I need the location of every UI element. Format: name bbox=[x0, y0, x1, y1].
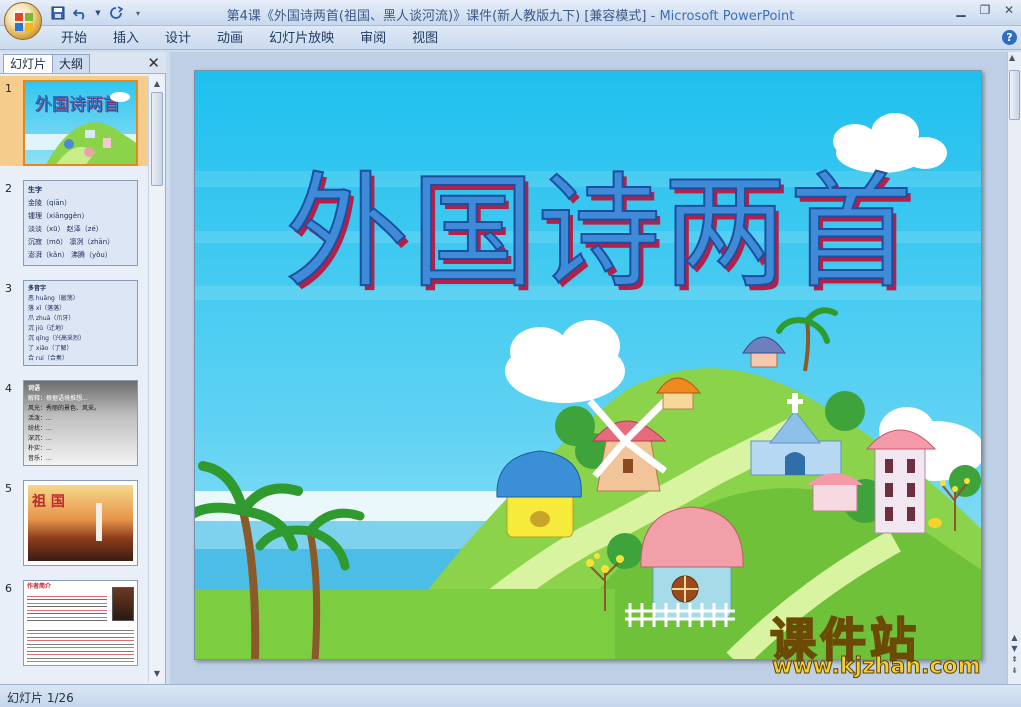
thumbnail-line: 沉 qǐng（兴高采烈） bbox=[28, 335, 85, 342]
thumbnail-row-6[interactable]: 6 作者简介 bbox=[0, 576, 148, 666]
thumbnail-line: 落 xǐ（落落） bbox=[28, 305, 66, 312]
thumbnail-line: 锺理（xiǎnggěn） bbox=[28, 212, 89, 220]
thumbnail-row-4[interactable]: 4 词语 解释：根据语境推想... 风光：秀丽的景色、风采。 活泼：... 纷扰… bbox=[0, 376, 148, 466]
restore-icon[interactable]: ❐ bbox=[973, 0, 997, 20]
tab-view[interactable]: 视图 bbox=[399, 30, 451, 48]
slide-canvas[interactable]: 外国诗两首 bbox=[194, 70, 982, 660]
window-title: 第4课《外国诗两首(祖国、黑人谈河流)》课件(新人教版九下) [兼容模式] - … bbox=[0, 5, 1021, 24]
thumbnail-line: 深沉：... bbox=[28, 435, 52, 442]
mushroom-house-icon bbox=[640, 506, 744, 620]
thumbnail-line: 生字 bbox=[28, 186, 42, 194]
scroll-thumb[interactable] bbox=[1009, 70, 1020, 120]
thumbnail-title: 祖 国 bbox=[32, 494, 65, 510]
tab-animations[interactable]: 动画 bbox=[204, 30, 256, 48]
thumbnail-scrollbar[interactable]: ▲ ▼ bbox=[148, 76, 164, 682]
slide-indicator: 幻灯片 1/26 bbox=[7, 691, 74, 705]
thumbnail-line: 合 rui（合奏） bbox=[28, 355, 68, 362]
thumbnail-line: 多音字 bbox=[28, 285, 47, 292]
thumbnail-slide-4[interactable]: 词语 解释：根据语境推想... 风光：秀丽的景色、风采。 活泼：... 纷扰：.… bbox=[23, 380, 138, 466]
title-separator: - bbox=[646, 9, 660, 24]
slide-background-scene bbox=[195, 71, 981, 659]
thumbnail-line: 恶 huāng（敲荡） bbox=[28, 295, 79, 302]
thumbnail-line: 沉寂（mō） 凛冽（zhān） bbox=[28, 238, 115, 246]
pane-tabs: 幻灯片 大纲 ✕ bbox=[0, 52, 166, 74]
thumbnail-number: 6 bbox=[5, 582, 12, 595]
slide-title[interactable]: 外国诗两首 bbox=[284, 162, 915, 304]
thumbnail-number: 2 bbox=[5, 182, 12, 195]
tab-slide-show[interactable]: 幻灯片放映 bbox=[256, 30, 347, 48]
thumbnail-row-2[interactable]: 2 生字 金陵（qiān） 锺理（xiǎnggěn） 淡淡（xū） 赵泽（zé）… bbox=[0, 176, 148, 266]
thumbnail-number: 4 bbox=[5, 382, 12, 395]
slide-scrollbar[interactable]: ▲ ▲ ▼ ⇞ ⇟ bbox=[1007, 52, 1021, 684]
thumbnail-line: 爪 zhuā（爪牙） bbox=[28, 315, 75, 322]
thumbnail-row-3[interactable]: 3 多音字 恶 huāng（敲荡） 落 xǐ（落落） 爪 zhuā（爪牙） 沉 … bbox=[0, 276, 148, 366]
thumbnail-line: 了 xiǎo（了解） bbox=[28, 345, 73, 352]
document-title: 第4课《外国诗两首(祖国、黑人谈河流)》课件(新人教版九下) [兼容模式] bbox=[226, 9, 647, 24]
thumbnail-text-block bbox=[27, 593, 107, 623]
thumbnail-slide-3[interactable]: 多音字 恶 huāng（敲荡） 落 xǐ（落落） 爪 zhuā（爪牙） 沉 ji… bbox=[23, 280, 138, 366]
thumbnail-line: 纷扰：... bbox=[28, 425, 52, 432]
title-bar: ▼ ▾ 第4课《外国诗两首(祖国、黑人谈河流)》课件(新人教版九下) [兼容模式… bbox=[0, 0, 1021, 26]
tab-outline[interactable]: 大纲 bbox=[52, 54, 91, 73]
slides-pane: 幻灯片 大纲 ✕ 1 外国诗两首 2 生字 金陵（qiān） 锺理（xiǎngg… bbox=[0, 52, 166, 684]
thumbnail-line: 澎湃（kǎn） 沸腾（yǒu） bbox=[28, 251, 112, 259]
scroll-up-icon[interactable]: ▲ bbox=[1009, 53, 1015, 62]
scroll-down-icon[interactable]: ▼ bbox=[150, 667, 164, 681]
minimize-icon[interactable]: ▁ bbox=[949, 0, 973, 20]
tab-review[interactable]: 审阅 bbox=[347, 30, 399, 48]
thumbnail-number: 1 bbox=[5, 82, 12, 95]
thumbnail-line: 词语 bbox=[28, 385, 41, 392]
slide-workspace: 外国诗两首 bbox=[170, 52, 1007, 684]
window-controls: ▁ ❐ ✕ bbox=[949, 0, 1021, 22]
thumbnail-row-1[interactable]: 1 外国诗两首 bbox=[0, 76, 148, 166]
thumbnail-slide-1[interactable]: 外国诗两首 bbox=[23, 80, 138, 166]
office-logo-icon bbox=[15, 13, 33, 31]
thumbnail-line: 淡淡（xū） 赵泽（zé） bbox=[28, 225, 103, 233]
author-portrait-icon bbox=[112, 587, 134, 621]
tab-home[interactable]: 开始 bbox=[48, 30, 100, 48]
thumbnail-line: 金陵（qiān） bbox=[28, 199, 72, 207]
thumbnail-list: 1 外国诗两首 2 生字 金陵（qiān） 锺理（xiǎnggěn） 淡淡（xū… bbox=[0, 76, 148, 682]
thumbnail-slide-5[interactable]: 祖 国 bbox=[23, 480, 138, 566]
ribbon-tabs: 开始 插入 设计 动画 幻灯片放映 审阅 视图 ? bbox=[0, 26, 1021, 50]
scroll-thumb[interactable] bbox=[151, 92, 163, 186]
thumbnail-number: 5 bbox=[5, 482, 12, 495]
mushroom-house-icon bbox=[496, 450, 582, 538]
thumbnail-slide-2[interactable]: 生字 金陵（qiān） 锺理（xiǎnggěn） 淡淡（xū） 赵泽（zé） 沉… bbox=[23, 180, 138, 266]
thumbnail-line: 沉 jiǔ（迁地） bbox=[28, 325, 68, 332]
tab-design[interactable]: 设计 bbox=[152, 30, 204, 48]
thumbnail-line: 解释：根据语境推想... bbox=[28, 395, 88, 402]
office-button[interactable] bbox=[4, 2, 42, 40]
thumbnail-number: 3 bbox=[5, 282, 12, 295]
thumbnail-line: 活泼：... bbox=[28, 415, 52, 422]
thumbnail-scene bbox=[25, 92, 136, 164]
slide-nav-buttons[interactable]: ▲ ▼ ⇞ ⇟ bbox=[1009, 632, 1020, 676]
close-icon[interactable]: ✕ bbox=[997, 0, 1021, 20]
thumbnail-line: 风光：秀丽的景色、风采。 bbox=[28, 405, 101, 412]
app-name: Microsoft PowerPoint bbox=[659, 9, 795, 24]
scroll-up-icon[interactable]: ▲ bbox=[150, 77, 164, 91]
thumbnail-row-5[interactable]: 5 祖 国 bbox=[0, 476, 148, 566]
tab-slides[interactable]: 幻灯片 bbox=[3, 54, 54, 73]
watermark-url: www.kjzhan.com bbox=[772, 654, 982, 680]
tab-insert[interactable]: 插入 bbox=[100, 30, 152, 48]
lighthouse-icon bbox=[96, 503, 102, 541]
thumbnail-text-block bbox=[27, 627, 134, 663]
watermark-logo: 课件站 www.kjzhan.com bbox=[769, 604, 1010, 684]
close-pane-icon[interactable]: ✕ bbox=[147, 54, 160, 72]
thumbnail-slide-6[interactable]: 作者简介 bbox=[23, 580, 138, 666]
status-bar: 幻灯片 1/26 bbox=[0, 684, 1021, 707]
help-icon[interactable]: ? bbox=[1002, 30, 1017, 45]
thumbnail-line: 朴实：... bbox=[28, 445, 52, 452]
thumbnail-line: 音乐：... bbox=[28, 455, 52, 462]
